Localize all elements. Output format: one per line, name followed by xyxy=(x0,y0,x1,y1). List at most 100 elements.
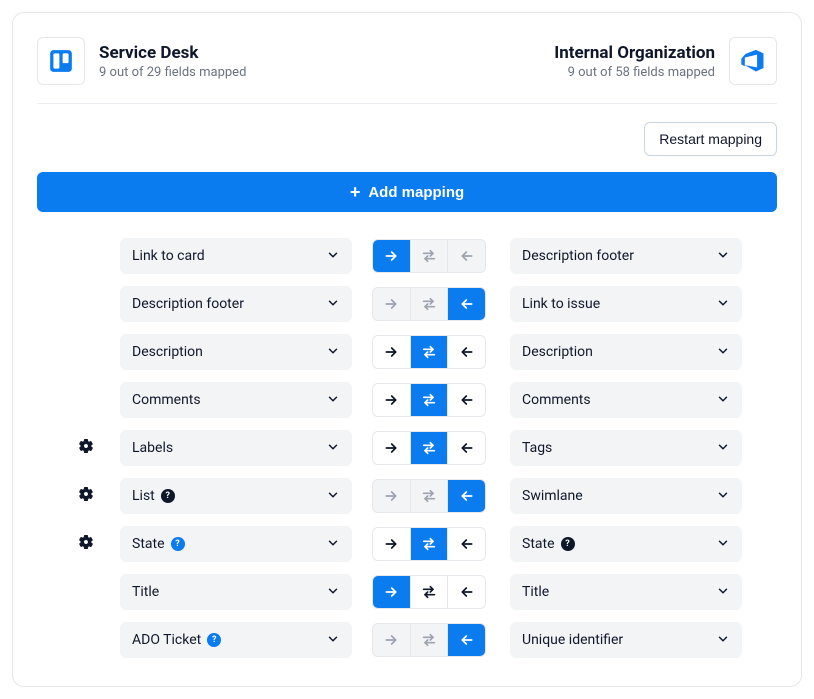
direction-left[interactable] xyxy=(448,384,485,416)
chevron-down-icon xyxy=(326,583,340,602)
source-app-header: Service Desk 9 out of 29 fields mapped xyxy=(37,37,246,85)
chevron-down-icon xyxy=(716,535,730,554)
gear-icon[interactable] xyxy=(78,438,94,458)
right-field-select[interactable]: Description footer xyxy=(510,238,742,274)
direction-both[interactable] xyxy=(411,384,449,416)
left-field-select[interactable]: State? xyxy=(120,526,352,562)
chevron-down-icon xyxy=(716,295,730,314)
direction-both[interactable] xyxy=(411,576,449,608)
field-label: Unique identifier xyxy=(522,632,623,648)
right-field-select[interactable]: Link to issue xyxy=(510,286,742,322)
direction-right[interactable] xyxy=(373,240,411,272)
left-field-select[interactable]: ADO Ticket? xyxy=(120,622,352,658)
source-subtitle: 9 out of 29 fields mapped xyxy=(99,65,246,80)
right-field-select[interactable]: Comments xyxy=(510,382,742,418)
target-subtitle: 9 out of 58 fields mapped xyxy=(554,65,715,80)
plus-icon: + xyxy=(350,183,361,201)
direction-left[interactable] xyxy=(448,528,485,560)
chevron-down-icon xyxy=(716,487,730,506)
right-field-select[interactable]: Tags xyxy=(510,430,742,466)
chevron-down-icon xyxy=(326,247,340,266)
target-meta: Internal Organization 9 out of 58 fields… xyxy=(554,43,715,80)
mapping-row: Title Title xyxy=(45,574,769,610)
left-field-select[interactable]: Link to card xyxy=(120,238,352,274)
direction-right xyxy=(373,624,411,656)
source-title: Service Desk xyxy=(99,43,246,63)
mapping-panel: Service Desk 9 out of 29 fields mapped I… xyxy=(12,12,802,687)
gear-icon[interactable] xyxy=(78,534,94,554)
mapping-row: List? Swimlane xyxy=(45,478,769,514)
mapping-row: State?State? xyxy=(45,526,769,562)
direction-toggle xyxy=(372,575,486,609)
direction-toggle xyxy=(372,623,486,657)
field-label: ADO Ticket xyxy=(132,632,201,648)
add-mapping-button[interactable]: + Add mapping xyxy=(37,172,777,212)
direction-both xyxy=(411,288,449,320)
direction-right[interactable] xyxy=(373,384,411,416)
direction-toggle xyxy=(372,287,486,321)
mapping-row: Description footer Link to issue xyxy=(45,286,769,322)
target-app-header: Internal Organization 9 out of 58 fields… xyxy=(554,37,777,85)
gear-icon[interactable] xyxy=(78,486,94,506)
gear-slot xyxy=(72,534,100,554)
add-mapping-label: Add mapping xyxy=(368,184,464,201)
direction-left[interactable] xyxy=(448,576,485,608)
field-label: Description xyxy=(522,344,593,360)
direction-both[interactable] xyxy=(411,432,449,464)
info-badge-icon[interactable]: ? xyxy=(171,537,185,551)
direction-both[interactable] xyxy=(411,336,449,368)
direction-right[interactable] xyxy=(373,432,411,464)
info-badge-icon[interactable]: ? xyxy=(561,537,575,551)
field-label: Title xyxy=(132,584,159,600)
direction-both xyxy=(411,624,449,656)
direction-right xyxy=(373,480,411,512)
field-label: Tags xyxy=(522,440,552,456)
restart-mapping-button[interactable]: Restart mapping xyxy=(644,122,777,156)
left-field-select[interactable]: Description footer xyxy=(120,286,352,322)
direction-left[interactable] xyxy=(448,288,485,320)
mapping-row: Description Description xyxy=(45,334,769,370)
direction-left[interactable] xyxy=(448,336,485,368)
chevron-down-icon xyxy=(326,631,340,650)
direction-both[interactable] xyxy=(411,528,449,560)
field-label: Labels xyxy=(132,440,173,456)
field-label: Description xyxy=(132,344,203,360)
right-field-select[interactable]: Title xyxy=(510,574,742,610)
direction-right xyxy=(373,288,411,320)
direction-right[interactable] xyxy=(373,528,411,560)
direction-left[interactable] xyxy=(448,432,485,464)
chevron-down-icon xyxy=(716,247,730,266)
left-field-select[interactable]: Title xyxy=(120,574,352,610)
left-field-select[interactable]: List? xyxy=(120,478,352,514)
field-label: Swimlane xyxy=(522,488,583,504)
direction-left[interactable] xyxy=(448,480,485,512)
header: Service Desk 9 out of 29 fields mapped I… xyxy=(37,37,777,104)
left-field-select[interactable]: Description xyxy=(120,334,352,370)
direction-toggle xyxy=(372,431,486,465)
chevron-down-icon xyxy=(326,343,340,362)
direction-left[interactable] xyxy=(448,624,485,656)
chevron-down-icon xyxy=(326,439,340,458)
chevron-down-icon xyxy=(716,631,730,650)
direction-both xyxy=(411,240,449,272)
field-label: State xyxy=(522,536,555,552)
field-label: State xyxy=(132,536,165,552)
right-field-select[interactable]: Unique identifier xyxy=(510,622,742,658)
info-badge-icon[interactable]: ? xyxy=(161,489,175,503)
mapping-rows: Link to cardDescription footerDescriptio… xyxy=(37,238,777,658)
direction-toggle xyxy=(372,335,486,369)
info-badge-icon[interactable]: ? xyxy=(207,633,221,647)
direction-right[interactable] xyxy=(373,576,411,608)
right-field-select[interactable]: Swimlane xyxy=(510,478,742,514)
mapping-row: ADO Ticket? Unique identifier xyxy=(45,622,769,658)
left-field-select[interactable]: Labels xyxy=(120,430,352,466)
direction-both xyxy=(411,480,449,512)
field-label: Link to issue xyxy=(522,296,600,312)
source-meta: Service Desk 9 out of 29 fields mapped xyxy=(99,43,246,80)
field-label: Description footer xyxy=(522,248,634,264)
left-field-select[interactable]: Comments xyxy=(120,382,352,418)
direction-right[interactable] xyxy=(373,336,411,368)
right-field-select[interactable]: Description xyxy=(510,334,742,370)
right-field-select[interactable]: State? xyxy=(510,526,742,562)
azure-devops-icon xyxy=(729,37,777,85)
